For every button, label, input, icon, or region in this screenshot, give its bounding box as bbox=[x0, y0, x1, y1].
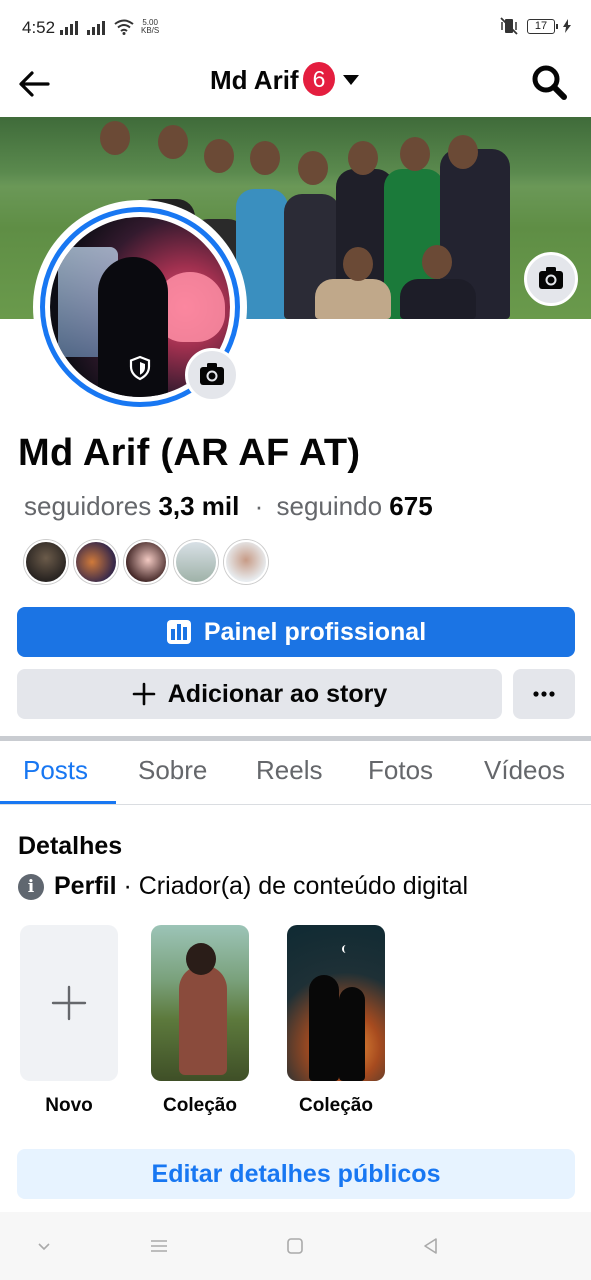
notification-badge: 6 bbox=[303, 62, 335, 96]
back-arrow-icon[interactable] bbox=[16, 66, 52, 102]
tab-posts[interactable]: Posts bbox=[23, 755, 88, 786]
header-title[interactable]: Md Arif bbox=[210, 65, 299, 96]
search-icon[interactable] bbox=[529, 62, 569, 102]
professional-dashboard-button[interactable]: Painel profissional bbox=[17, 607, 575, 657]
wifi-icon bbox=[114, 19, 134, 35]
featured-collection-label: Coleção bbox=[299, 1095, 373, 1116]
active-tab-indicator bbox=[0, 801, 116, 804]
vibrate-icon bbox=[500, 17, 518, 35]
featured-collection[interactable]: Coleção bbox=[287, 925, 385, 1117]
more-icon bbox=[533, 691, 555, 697]
status-right: 17 bbox=[499, 17, 571, 35]
camera-icon bbox=[200, 363, 224, 385]
profile-name: Md Arif (AR AF AT) bbox=[18, 432, 361, 474]
add-to-story-label: Adicionar ao story bbox=[167, 679, 388, 708]
featured-collection[interactable]: Coleção bbox=[151, 925, 249, 1117]
dashboard-icon bbox=[166, 620, 191, 644]
friend-avatar[interactable] bbox=[124, 540, 168, 584]
signal-icon bbox=[60, 21, 78, 35]
featured-collection-card[interactable] bbox=[287, 925, 385, 1081]
friend-avatar[interactable] bbox=[74, 540, 118, 584]
tab-photos[interactable]: Fotos bbox=[368, 755, 433, 786]
back-icon[interactable] bbox=[418, 1234, 442, 1258]
friend-avatar[interactable] bbox=[174, 540, 218, 584]
friends-avatars[interactable] bbox=[24, 540, 268, 584]
friend-avatar[interactable] bbox=[224, 540, 268, 584]
status-icons: 5.00 KB/S bbox=[60, 19, 159, 35]
profile-category-row: i Perfil · Criador(a) de conteúdo digita… bbox=[18, 872, 468, 901]
following-link[interactable]: seguindo 675 bbox=[277, 491, 433, 521]
charging-icon bbox=[563, 19, 571, 33]
featured-collection-label: Coleção bbox=[163, 1095, 237, 1116]
featured-new-card[interactable] bbox=[20, 925, 118, 1081]
friend-avatar[interactable] bbox=[24, 540, 68, 584]
details-heading: Detalhes bbox=[18, 832, 123, 860]
edit-public-details-button[interactable]: Editar detalhes públicos bbox=[17, 1149, 575, 1199]
more-options-button[interactable] bbox=[513, 669, 575, 719]
status-bar: 4:52 5.00 KB/S 17 bbox=[0, 0, 591, 56]
shield-icon bbox=[129, 355, 151, 381]
plus-icon bbox=[132, 682, 156, 706]
tab-videos[interactable]: Vídeos bbox=[484, 755, 565, 786]
featured-new[interactable]: Novo bbox=[20, 925, 118, 1117]
plus-icon bbox=[51, 985, 87, 1021]
tab-about[interactable]: Sobre bbox=[138, 755, 207, 786]
menu-icon[interactable] bbox=[147, 1234, 171, 1258]
profile-category-key: Perfil bbox=[54, 872, 117, 900]
avatar-camera-button[interactable] bbox=[185, 348, 239, 402]
profile-category-value: · Criador(a) de conteúdo digital bbox=[123, 872, 469, 900]
profile-tabs: Posts Sobre Reels Fotos Vídeos bbox=[0, 741, 591, 805]
net-speed: 5.00 KB/S bbox=[141, 18, 160, 35]
info-icon: i bbox=[18, 873, 44, 900]
app-header: Md Arif 6 bbox=[0, 56, 591, 116]
featured-new-label: Novo bbox=[45, 1095, 93, 1116]
camera-icon bbox=[539, 267, 563, 289]
professional-dashboard-label: Painel profissional bbox=[203, 617, 427, 646]
home-icon[interactable] bbox=[283, 1234, 307, 1258]
featured-collection-card[interactable] bbox=[151, 925, 249, 1081]
battery-icon: 17 bbox=[527, 18, 558, 34]
caret-down-icon[interactable] bbox=[342, 74, 360, 86]
followers-link[interactable]: seguidores 3,3 mil bbox=[24, 491, 239, 521]
cover-camera-button[interactable] bbox=[524, 252, 578, 306]
system-nav-bar bbox=[0, 1212, 591, 1280]
follow-stats: seguidores 3,3 mil · seguindo 675 bbox=[24, 491, 433, 521]
tab-reels[interactable]: Reels bbox=[256, 755, 322, 786]
status-time: 4:52 bbox=[22, 18, 56, 37]
add-to-story-button[interactable]: Adicionar ao story bbox=[17, 669, 502, 719]
signal-icon-2 bbox=[87, 21, 105, 35]
chevron-down-icon[interactable] bbox=[32, 1234, 56, 1258]
